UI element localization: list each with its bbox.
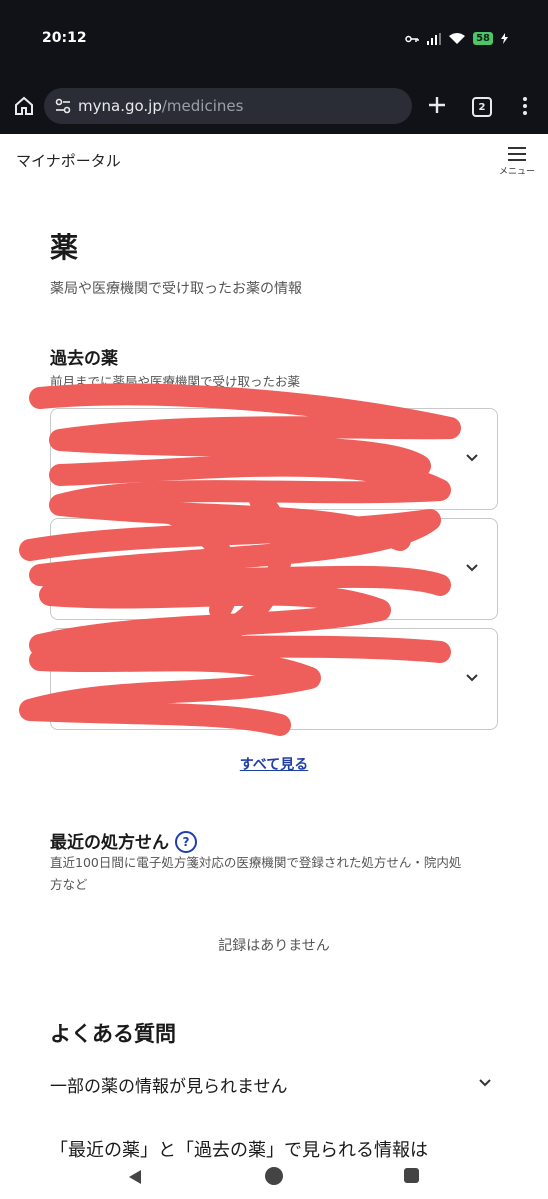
back-icon[interactable] [126,1168,144,1186]
site-settings-icon[interactable] [54,97,72,115]
no-records-text: 記録はありません [218,938,330,954]
address-bar[interactable]: myna.go.jp/medicines [44,88,412,124]
tab-switcher-button[interactable]: 2 [472,97,492,117]
new-tab-icon[interactable] [424,92,450,118]
status-bar: 20:12 58 [0,0,548,80]
medicine-card[interactable] [50,628,498,730]
signal-icon [427,32,442,45]
site-title[interactable]: マイナポータル [16,150,121,171]
faq-item-label: 一部の薬の情報が見られません [50,1077,288,1097]
menu-label: メニュー [498,167,535,177]
recent-prescriptions-heading: 最近の処方せん? [50,828,197,853]
home-nav-icon[interactable] [265,1167,283,1185]
more-menu-icon[interactable] [518,94,532,118]
chevron-down-icon [466,564,478,572]
site-header: マイナポータル メニュー [0,134,548,184]
medicine-card[interactable] [50,518,498,620]
page-title: 薬 [50,231,79,264]
menu-button[interactable]: メニュー [497,146,537,182]
faq-item[interactable]: 一部の薬の情報が見られません [50,1072,496,1100]
key-icon [405,35,419,42]
tab-count: 2 [478,101,486,113]
charging-icon [501,33,508,44]
past-medicines-title: 過去の薬 [50,349,118,369]
recent-prescriptions-description-line2: 方など [50,877,88,892]
home-icon[interactable] [12,94,36,118]
recent-apps-icon[interactable] [404,1168,419,1183]
system-nav-bar [0,1158,548,1199]
medicine-card[interactable] [50,408,498,510]
help-icon[interactable]: ? [175,831,197,853]
see-all-link[interactable]: すべて見る [0,754,548,774]
url-path: /medicines [161,97,244,115]
status-icons: 58 [405,32,508,45]
past-medicines-description: 前月までに薬局や医療機関で受け取ったお薬 [50,374,301,389]
faq-title: よくある質問 [50,1022,176,1046]
status-time: 20:12 [42,30,87,46]
chevron-down-icon [466,674,478,682]
chevron-down-icon [466,454,478,462]
chevron-down-icon [479,1079,491,1087]
hamburger-icon [508,147,526,161]
browser-toolbar: myna.go.jp/medicines 2 [0,80,548,134]
recent-prescriptions-description-line1: 直近100日間に電子処方箋対応の医療機関で登録された処方せん・院内処 [50,855,462,870]
url-text: myna.go.jp/medicines [78,97,243,115]
page-subtitle: 薬局や医療機関で受け取ったお薬の情報 [50,281,302,297]
wifi-icon [449,32,466,44]
url-host: myna.go.jp [78,97,162,115]
recent-prescriptions-description: 直近100日間に電子処方箋対応の医療機関で登録された処方せん・院内処 方など [50,852,510,896]
recent-prescriptions-title: 最近の処方せん [50,833,169,853]
battery-level: 58 [473,32,493,45]
